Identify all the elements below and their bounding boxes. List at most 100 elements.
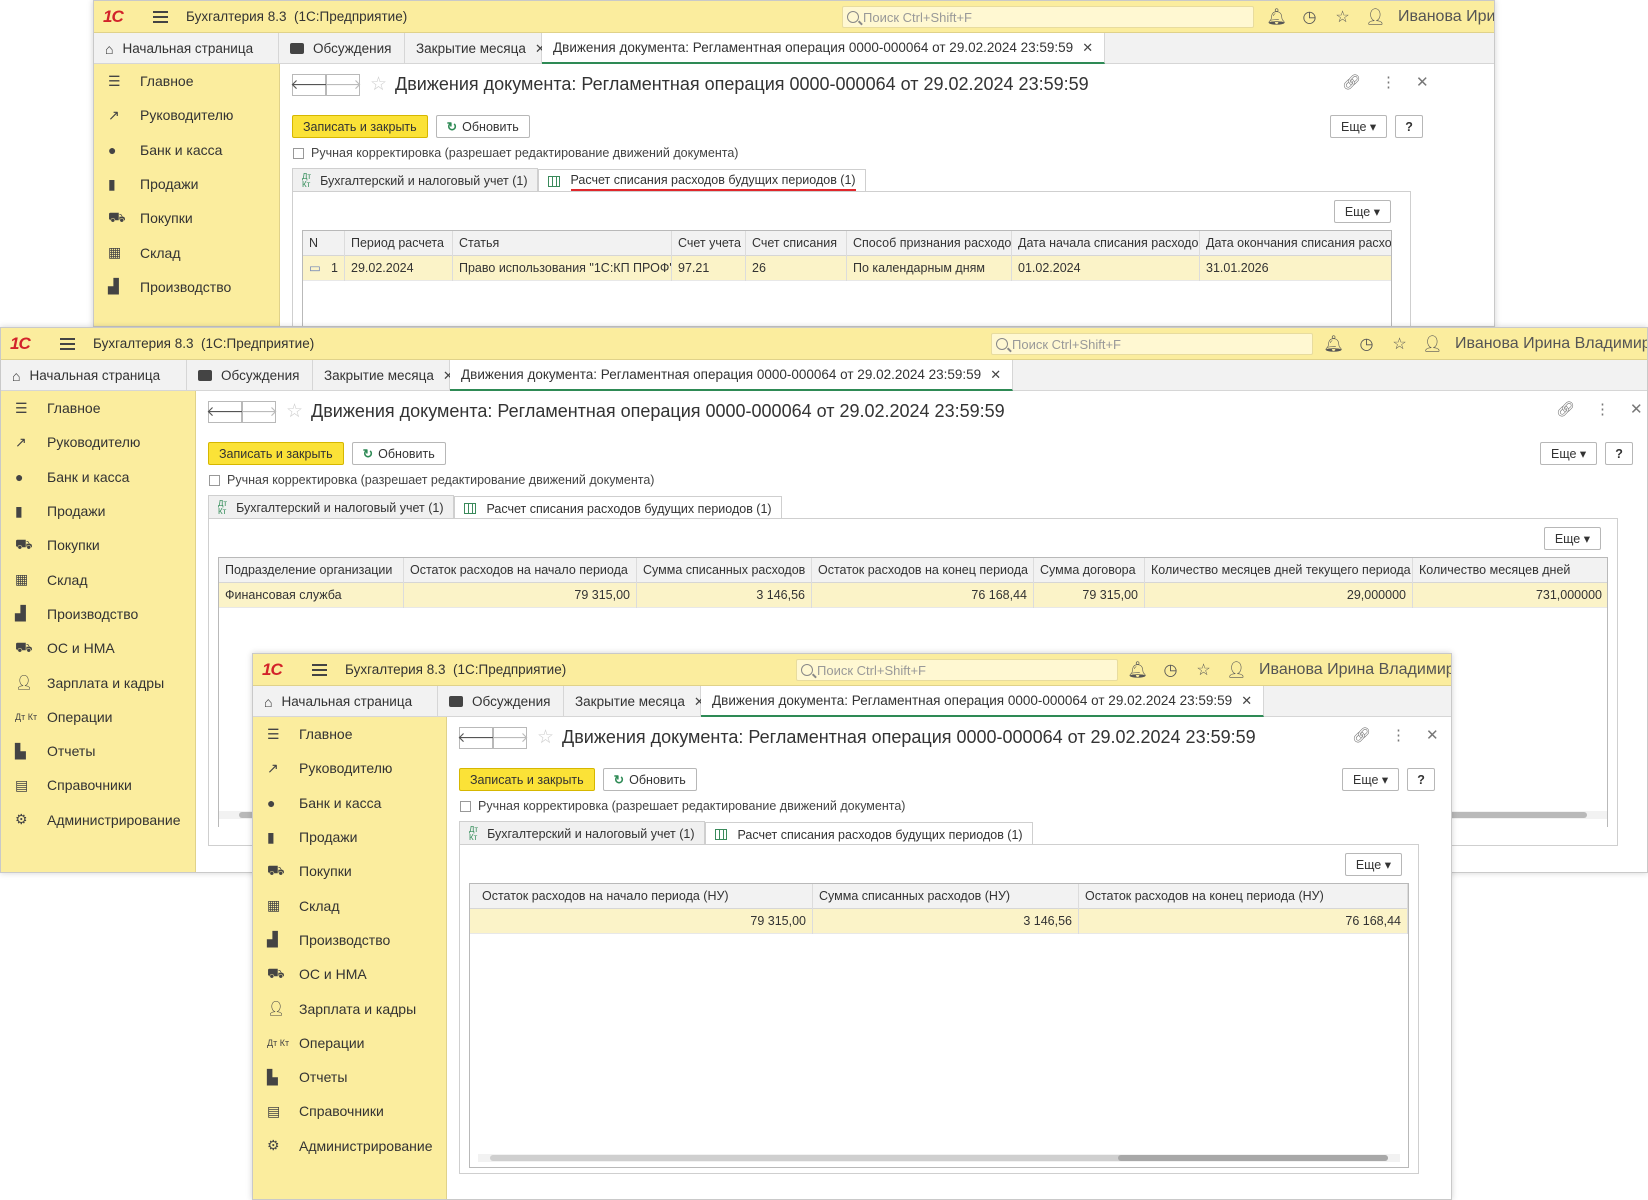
more-button[interactable]: Еще ▾ <box>1342 768 1400 791</box>
favorites-star-icon[interactable]: ☆ <box>1187 660 1220 680</box>
column-header[interactable]: Способ признания расходов <box>847 231 1012 256</box>
column-header[interactable]: N <box>303 231 345 256</box>
cell[interactable]: 76 168,44 <box>812 582 1034 608</box>
help-button[interactable]: ? <box>1407 768 1435 791</box>
more-vertical-icon[interactable]: ⋮ <box>1391 726 1406 744</box>
sidebar-item-warehouse[interactable]: ▦ Склад <box>94 235 279 269</box>
tab-home[interactable]: ⌂ Начальная страница <box>253 686 438 717</box>
cell[interactable]: 26 <box>746 255 847 281</box>
table-row[interactable]: 79 315,00 3 146,56 76 168,44 <box>470 908 1408 934</box>
cell[interactable]: Право использования "1С:КП ПРОФ" <box>453 255 672 281</box>
more-button[interactable]: Еще ▾ <box>1330 115 1388 138</box>
sidebar-item-purchases[interactable]: ⛟ Покупки <box>94 201 279 235</box>
user-name[interactable]: Иванова Ирина Владимировна <box>1455 335 1647 353</box>
tab-discussions[interactable]: Обсуждения <box>187 360 313 391</box>
column-header[interactable]: Остаток расходов на начало периода (НУ) <box>470 884 813 909</box>
tab-home[interactable]: ⌂ Начальная страница <box>1 360 187 391</box>
sidebar-item-assets[interactable]: ⛟ ОС и НМА <box>1 631 195 665</box>
tab-home[interactable]: ⌂ Начальная страница <box>94 33 279 64</box>
link-icon[interactable]: 🔗︎ <box>1342 73 1361 91</box>
cell[interactable]: 29.02.2024 <box>345 255 453 281</box>
sidebar-item-catalogs[interactable]: ▤ Справочники <box>253 1094 446 1128</box>
link-icon[interactable]: 🔗︎ <box>1352 726 1371 744</box>
sidebar-item-reports[interactable]: ▙ Отчеты <box>1 734 195 768</box>
sidebar-item-purchases[interactable]: ⛟ Покупки <box>1 528 195 562</box>
sidebar-item-salary[interactable]: 👤︎ Зарплата и кадры <box>1 665 195 699</box>
favorites-star-icon[interactable]: ☆ <box>1326 7 1359 27</box>
sidebar-item-purchases[interactable]: ⛟ Покупки <box>253 854 446 888</box>
save-close-button[interactable]: Записать и закрыть <box>459 768 595 791</box>
tab-month-close[interactable]: Закрытие месяца ✕ <box>564 686 705 717</box>
close-tab-icon[interactable]: ✕ <box>1082 40 1093 56</box>
cell[interactable]: 79 315,00 <box>470 908 813 934</box>
sidebar-item-main[interactable]: ☰ Главное <box>1 391 195 425</box>
scrollbar-thumb-active[interactable] <box>1118 1155 1388 1161</box>
tab-month-close[interactable]: Закрытие месяца ✕ <box>313 360 454 391</box>
horizontal-scrollbar[interactable] <box>478 1154 1400 1162</box>
sidebar-item-production[interactable]: ▟ Производство <box>94 270 279 304</box>
tab-discussions[interactable]: Обсуждения <box>438 686 564 717</box>
tab-document[interactable]: Движения документа: Регламентная операци… <box>450 360 1014 391</box>
checkbox-box[interactable] <box>209 474 220 486</box>
cell[interactable]: 79 315,00 <box>404 582 637 608</box>
search-input[interactable]: Поиск Ctrl+Shift+F <box>991 333 1313 355</box>
user-icon[interactable]: 👤︎ <box>1359 7 1392 27</box>
sidebar-item-warehouse[interactable]: ▦ Склад <box>253 888 446 922</box>
column-header[interactable]: Остаток расходов на конец периода <box>812 558 1034 583</box>
cell[interactable]: 29,000000 <box>1145 582 1413 608</box>
column-header[interactable]: Сумма договора <box>1034 558 1145 583</box>
sidebar-item-main[interactable]: ☰ Главное <box>253 717 446 751</box>
cell[interactable]: 01.02.2024 <box>1012 255 1200 281</box>
tab-accounting[interactable]: Дт Кт Бухгалтерский и налоговый учет (1) <box>292 168 538 192</box>
bell-icon[interactable]: 🔔︎ <box>1260 7 1293 27</box>
close-tab-icon[interactable]: ✕ <box>1241 693 1252 709</box>
tab-document[interactable]: Движения документа: Регламентная операци… <box>542 33 1106 64</box>
column-header[interactable]: Сумма списанных расходов <box>637 558 812 583</box>
close-icon[interactable]: ✕ <box>1426 726 1439 744</box>
table-row[interactable]: ▭ 1 29.02.2024 Право использования "1С:КП… <box>303 255 1391 281</box>
table-row[interactable]: Финансовая служба 79 315,00 3 146,56 76 … <box>219 582 1607 608</box>
column-header[interactable]: Количество месяцев дней <box>1413 558 1607 583</box>
main-menu-icon[interactable] <box>153 8 168 26</box>
tab-deferred-expenses[interactable]: Расчет списания расходов будущих периодо… <box>704 822 1033 846</box>
column-header[interactable]: Подразделение организации <box>219 558 404 583</box>
more-vertical-icon[interactable]: ⋮ <box>1381 73 1396 91</box>
cell[interactable]: 31.01.2026 <box>1200 256 1391 281</box>
checkbox-box[interactable] <box>293 147 304 159</box>
user-icon[interactable]: 👤︎ <box>1220 660 1253 680</box>
sidebar-item-manager[interactable]: ↗ Руководителю <box>94 98 279 132</box>
cell[interactable]: 97.21 <box>672 255 746 281</box>
back-button[interactable]: 🡐 <box>290 73 328 96</box>
tab-month-close[interactable]: Закрытие месяца ✕ <box>405 33 546 64</box>
refresh-button[interactable]: ↻ Обновить <box>602 768 697 791</box>
more-vertical-icon[interactable]: ⋮ <box>1595 400 1610 418</box>
sidebar-item-warehouse[interactable]: ▦ Склад <box>1 562 195 596</box>
sidebar-item-bank[interactable]: ● Банк и касса <box>253 786 446 820</box>
cell[interactable]: 3 146,56 <box>813 908 1079 934</box>
forward-button[interactable]: 🡒 <box>240 400 278 423</box>
save-close-button[interactable]: Записать и закрыть <box>208 442 344 465</box>
favorite-star-icon[interactable]: ☆ <box>537 726 554 749</box>
sidebar-item-main[interactable]: ☰ Главное <box>94 64 279 98</box>
favorite-star-icon[interactable]: ☆ <box>370 73 387 96</box>
column-header[interactable]: Дата окончания списания расходов <box>1200 231 1391 256</box>
close-icon[interactable]: ✕ <box>1416 73 1429 91</box>
column-header[interactable]: Счет учета <box>672 231 746 256</box>
bell-icon[interactable]: 🔔︎ <box>1121 660 1154 680</box>
sidebar-item-reports[interactable]: ▙ Отчеты <box>253 1060 446 1094</box>
history-icon[interactable]: ◷ <box>1350 334 1383 354</box>
cell[interactable]: 731,000000 <box>1413 583 1607 608</box>
forward-button[interactable]: 🡒 <box>324 73 362 96</box>
sidebar-item-manager[interactable]: ↗ Руководителю <box>1 425 195 459</box>
favorites-star-icon[interactable]: ☆ <box>1383 334 1416 354</box>
tab-document[interactable]: Движения документа: Регламентная операци… <box>701 686 1265 717</box>
column-header[interactable]: Сумма списанных расходов (НУ) <box>813 884 1079 909</box>
sidebar-item-catalogs[interactable]: ▤ Справочники <box>1 768 195 802</box>
back-button[interactable]: 🡐 <box>457 726 495 749</box>
help-button[interactable]: ? <box>1395 115 1423 138</box>
sidebar-item-assets[interactable]: ⛟ ОС и НМА <box>253 957 446 991</box>
more-button[interactable]: Еще ▾ <box>1540 442 1598 465</box>
cell[interactable]: По календарным дням <box>847 255 1012 281</box>
bell-icon[interactable]: 🔔︎ <box>1317 334 1350 354</box>
history-icon[interactable]: ◷ <box>1154 660 1187 680</box>
